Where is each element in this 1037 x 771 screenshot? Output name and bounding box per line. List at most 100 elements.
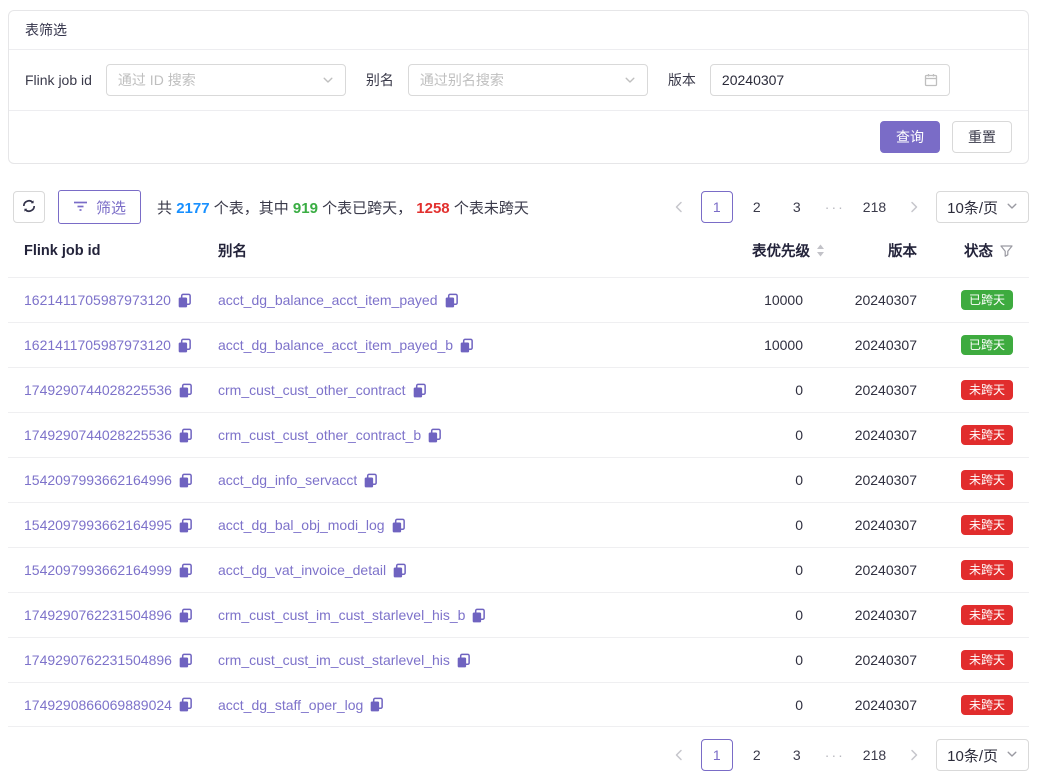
flink-job-id-link[interactable]: 1621411705987973120 (24, 337, 171, 353)
alias-link[interactable]: acct_dg_vat_invoice_detail (218, 562, 386, 578)
header-status-label: 状态 (964, 240, 993, 261)
page-size-select[interactable]: 10条/页 (936, 739, 1029, 771)
page-button-last[interactable]: 218 (857, 739, 892, 771)
next-page-button[interactable] (900, 739, 928, 771)
alias-link[interactable]: crm_cust_cust_other_contract_b (218, 427, 421, 443)
table-row: 1542097993662164995 acct_dg_bal_obj_modi… (8, 502, 1029, 547)
table-row: 1749290744028225536 crm_cust_cust_other_… (8, 367, 1029, 412)
flink-job-id-select[interactable]: 通过 ID 搜索 (106, 64, 346, 96)
status-badge: 未跨天 (961, 695, 1013, 715)
page-button-last[interactable]: 218 (857, 191, 892, 223)
table-row: 1621411705987973120 acct_dg_balance_acct… (8, 322, 1029, 367)
copy-icon[interactable] (471, 608, 486, 623)
page-size-select[interactable]: 10条/页 (936, 191, 1029, 223)
copy-icon[interactable] (178, 653, 193, 668)
copy-icon[interactable] (456, 653, 471, 668)
copy-icon[interactable] (178, 383, 193, 398)
header-version: 版本 (825, 240, 917, 261)
flink-job-id-label: Flink job id (25, 72, 92, 88)
copy-icon[interactable] (178, 697, 193, 712)
version-date-value: 20240307 (722, 72, 924, 88)
flink-job-id-link[interactable]: 1621411705987973120 (24, 292, 171, 308)
status-badge: 已跨天 (961, 290, 1013, 310)
table-row: 1542097993662164996 acct_dg_info_servacc… (8, 457, 1029, 502)
priority-value: 0 (705, 472, 825, 488)
status-badge: 未跨天 (961, 515, 1013, 535)
version-date-input[interactable]: 20240307 (710, 64, 950, 96)
search-button[interactable]: 查询 (880, 121, 940, 153)
version-value: 20240307 (825, 697, 917, 713)
alias-link[interactable]: acct_dg_staff_oper_log (218, 697, 363, 713)
copy-icon[interactable] (177, 293, 192, 308)
page-ellipsis[interactable]: ··· (821, 199, 849, 215)
prev-page-button[interactable] (665, 191, 693, 223)
copy-icon[interactable] (178, 518, 193, 533)
flink-job-id-link[interactable]: 1749290866069889024 (24, 697, 172, 713)
copy-icon[interactable] (444, 293, 459, 308)
page-button-1[interactable]: 1 (701, 191, 733, 223)
bottom-pagination-row: 1 2 3 ··· 218 10条/页 (8, 739, 1029, 771)
page-button-2[interactable]: 2 (741, 739, 773, 771)
flink-job-id-link[interactable]: 1749290744028225536 (24, 427, 172, 443)
version-label: 版本 (668, 70, 696, 90)
table-row: 1542097993662164999 acct_dg_vat_invoice_… (8, 547, 1029, 592)
flink-job-id-link[interactable]: 1749290762231504896 (24, 652, 172, 668)
reset-button[interactable]: 重置 (952, 121, 1012, 153)
copy-icon[interactable] (178, 563, 193, 578)
filter-popup-button[interactable]: 筛选 (58, 190, 141, 224)
copy-icon[interactable] (392, 563, 407, 578)
page-button-3[interactable]: 3 (781, 739, 813, 771)
page-button-3[interactable]: 3 (781, 191, 813, 223)
flink-job-id-link[interactable]: 1542097993662164999 (24, 562, 172, 578)
alias-link[interactable]: crm_cust_cust_im_cust_starlevel_his (218, 652, 450, 668)
flink-job-id-link[interactable]: 1749290744028225536 (24, 382, 172, 398)
refresh-button[interactable] (13, 191, 45, 223)
table-row: 1749290762231504896 crm_cust_cust_im_cus… (8, 637, 1029, 682)
next-page-button[interactable] (900, 191, 928, 223)
priority-value: 0 (705, 427, 825, 443)
priority-value: 10000 (705, 292, 825, 308)
copy-icon[interactable] (459, 338, 474, 353)
version-value: 20240307 (825, 292, 917, 308)
tables-table: Flink job id 别名 表优先级 版本 状态 1621411705987… (8, 224, 1029, 727)
header-status[interactable]: 状态 (917, 240, 1013, 261)
prev-page-button[interactable] (665, 739, 693, 771)
copy-icon[interactable] (391, 518, 406, 533)
alias-link[interactable]: acct_dg_info_servacct (218, 472, 357, 488)
page-ellipsis[interactable]: ··· (821, 747, 849, 763)
copy-icon[interactable] (178, 428, 193, 443)
copy-icon[interactable] (369, 697, 384, 712)
copy-icon[interactable] (363, 473, 378, 488)
version-value: 20240307 (825, 517, 917, 533)
copy-icon[interactable] (427, 428, 442, 443)
sort-icon[interactable] (816, 244, 825, 257)
status-badge: 未跨天 (961, 650, 1013, 670)
copy-icon[interactable] (177, 338, 192, 353)
alias-select[interactable]: 通过别名搜索 (408, 64, 648, 96)
header-priority[interactable]: 表优先级 (705, 240, 825, 261)
flink-job-id-link[interactable]: 1542097993662164996 (24, 472, 172, 488)
status-badge: 未跨天 (961, 470, 1013, 490)
alias-link[interactable]: acct_dg_balance_acct_item_payed_b (218, 337, 453, 353)
filter-funnel-icon[interactable] (1000, 245, 1013, 257)
copy-icon[interactable] (178, 473, 193, 488)
version-value: 20240307 (825, 472, 917, 488)
flink-job-id-link[interactable]: 1542097993662164995 (24, 517, 172, 533)
version-value: 20240307 (825, 337, 917, 353)
header-flink-job-id: Flink job id (24, 243, 218, 259)
alias-link[interactable]: crm_cust_cust_other_contract (218, 382, 406, 398)
table-row: 1749290762231504896 crm_cust_cust_im_cus… (8, 592, 1029, 637)
alias-link[interactable]: acct_dg_bal_obj_modi_log (218, 517, 385, 533)
alias-field: 别名 通过别名搜索 (366, 64, 648, 96)
page-button-1[interactable]: 1 (701, 739, 733, 771)
filter-card-title: 表筛选 (9, 11, 1028, 50)
table-row: 1749290744028225536 crm_cust_cust_other_… (8, 412, 1029, 457)
alias-link[interactable]: crm_cust_cust_im_cust_starlevel_his_b (218, 607, 465, 623)
header-priority-label: 表优先级 (752, 240, 810, 261)
flink-job-id-link[interactable]: 1749290762231504896 (24, 607, 172, 623)
page-button-2[interactable]: 2 (741, 191, 773, 223)
version-value: 20240307 (825, 427, 917, 443)
copy-icon[interactable] (178, 608, 193, 623)
copy-icon[interactable] (412, 383, 427, 398)
alias-link[interactable]: acct_dg_balance_acct_item_payed (218, 292, 438, 308)
